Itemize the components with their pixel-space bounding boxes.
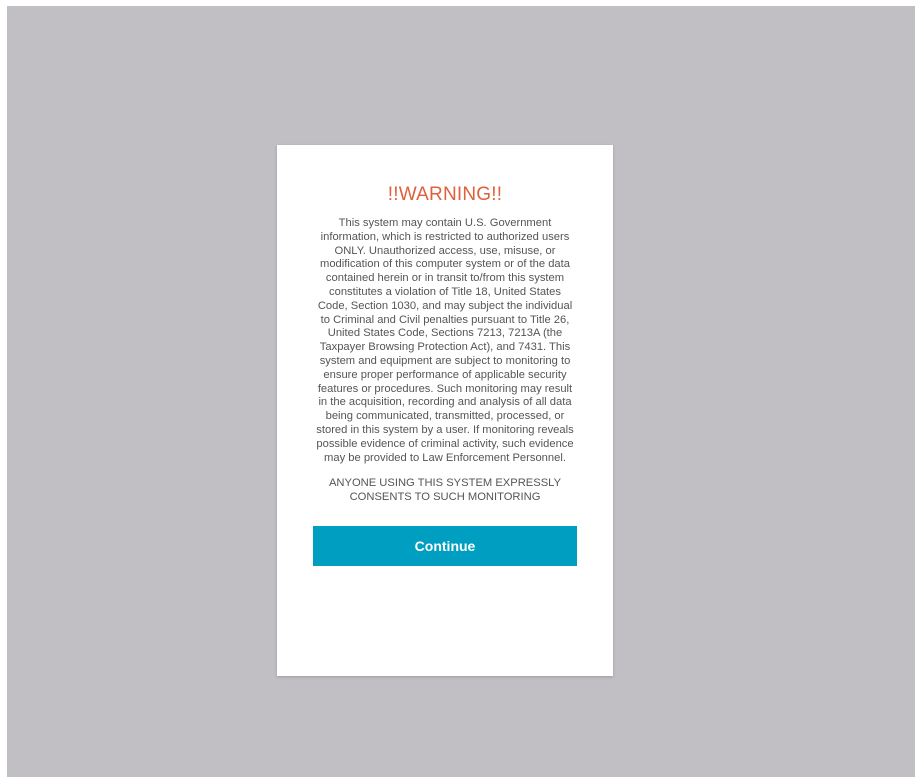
continue-button[interactable]: Continue [313, 525, 577, 566]
warning-dialog: !!WARNING!! This system may contain U.S.… [277, 145, 613, 676]
warning-body-text: This system may contain U.S. Government … [316, 217, 574, 464]
consent-notice: ANYONE USING THIS SYSTEM EXPRESSLY CONSE… [328, 477, 562, 504]
warning-title: !!WARNING!! [387, 184, 503, 205]
